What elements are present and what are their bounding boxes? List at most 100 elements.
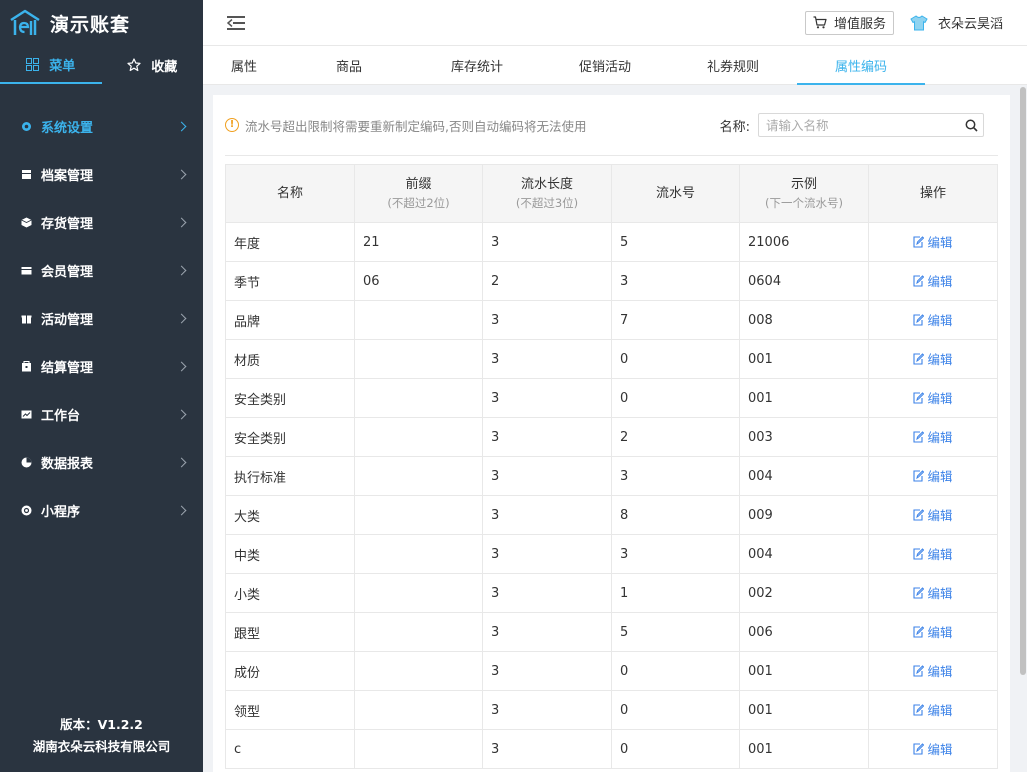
tab-coupon-rules[interactable]: 礼券规则 (669, 46, 797, 84)
edit-icon (913, 275, 925, 287)
column-header-actions: 操作 (868, 164, 998, 223)
sidebar-item-label: 数据报表 (41, 456, 94, 472)
tab-promotion[interactable]: 促销活动 (541, 46, 669, 84)
column-header-name: 名称 (225, 164, 355, 223)
cell-serial-length: 3 (482, 573, 612, 613)
tab-inventory-stats[interactable]: 库存统计 (413, 46, 541, 84)
sidebar-tab-menu[interactable]: 菜单 (0, 46, 102, 84)
sidebar-item-label: 活动管理 (41, 312, 94, 328)
miniapp-icon (20, 504, 32, 516)
inventory-icon (20, 216, 32, 228)
column-header-example: 示例 (下一个流水号) (739, 164, 869, 223)
cell-example: 009 (739, 495, 869, 535)
column-header-prefix: 前缀 (不超过2位) (354, 164, 483, 223)
sidebar-tab-favorites[interactable]: 收藏 (102, 46, 204, 84)
edit-button[interactable]: 编辑 (913, 739, 953, 758)
table-row: 年度 21 3 5 21006 编辑 (225, 222, 998, 262)
cell-serial-length: 3 (482, 339, 612, 379)
sidebar-item-reports[interactable]: 数据报表 (0, 438, 203, 486)
sidebar-item-label: 系统设置 (41, 120, 94, 136)
tab-attribute-coding[interactable]: 属性编码 (797, 46, 925, 85)
cell-serial-number: 0 (611, 378, 740, 418)
edit-label: 编辑 (927, 391, 953, 407)
sidebar-item-member[interactable]: 会员管理 (0, 246, 203, 294)
edit-button[interactable]: 编辑 (913, 349, 953, 368)
sidebar-item-system-settings[interactable]: 系统设置 (0, 102, 203, 150)
sidebar-item-label: 会员管理 (41, 264, 94, 280)
coding-table: 名称 前缀 (不超过2位) 流水长度 (不超过3位) 流水号 示例 (下一个流水号) … (225, 164, 998, 769)
cell-actions: 编辑 (868, 729, 998, 769)
edit-icon (913, 431, 925, 443)
cell-name: c (225, 729, 355, 769)
edit-icon (913, 626, 925, 638)
edit-label: 编辑 (927, 625, 953, 641)
tab-attribute[interactable]: 属性 (203, 46, 285, 84)
edit-button[interactable]: 编辑 (913, 427, 953, 446)
settlement-icon (20, 360, 32, 372)
sidebar-item-inventory[interactable]: 存货管理 (0, 198, 203, 246)
edit-button[interactable]: 编辑 (913, 661, 953, 680)
cell-prefix (354, 729, 483, 769)
edit-button[interactable]: 编辑 (913, 700, 953, 719)
collapse-menu-icon[interactable] (227, 15, 245, 30)
cell-prefix (354, 534, 483, 574)
table-row: c 3 0 001 编辑 (225, 729, 998, 769)
settings-icon (20, 120, 32, 132)
sidebar-item-settlement[interactable]: 结算管理 (0, 342, 203, 390)
scrollbar-thumb[interactable] (1020, 87, 1026, 675)
cell-prefix: 21 (354, 222, 483, 262)
edit-icon (913, 509, 925, 521)
column-header-serial-number: 流水号 (611, 164, 740, 223)
search-icon[interactable] (959, 119, 983, 132)
gift-icon (20, 312, 32, 324)
search-input[interactable] (759, 114, 959, 136)
cell-serial-number: 5 (611, 612, 740, 652)
value-added-services-button[interactable]: 增值服务 (804, 10, 894, 35)
edit-label: 编辑 (927, 547, 953, 563)
edit-button[interactable]: 编辑 (913, 232, 953, 251)
cell-actions: 编辑 (868, 378, 998, 418)
cell-prefix (354, 339, 483, 379)
table-row: 小类 3 1 002 编辑 (225, 573, 998, 613)
edit-icon (913, 704, 925, 716)
chevron-right-icon (176, 457, 187, 467)
edit-button[interactable]: 编辑 (913, 271, 953, 290)
edit-button[interactable]: 编辑 (913, 544, 953, 563)
cell-serial-length: 3 (482, 417, 612, 457)
edit-button[interactable]: 编辑 (913, 505, 953, 524)
logo-icon (8, 8, 42, 38)
edit-button[interactable]: 编辑 (913, 466, 953, 485)
sidebar-item-label: 小程序 (41, 504, 81, 520)
edit-icon (913, 665, 925, 677)
edit-button[interactable]: 编辑 (913, 388, 953, 407)
cell-actions: 编辑 (868, 222, 998, 262)
user-menu[interactable]: 衣朵云昊滔 (910, 13, 1003, 32)
sidebar-item-workbench[interactable]: 工作台 (0, 390, 203, 438)
grid-icon (26, 57, 40, 71)
cell-name: 大类 (225, 495, 355, 535)
cell-name: 小类 (225, 573, 355, 613)
table-row: 成份 3 0 001 编辑 (225, 651, 998, 691)
sidebar-tabs: 菜单 收藏 (0, 46, 203, 84)
edit-label: 编辑 (927, 703, 953, 719)
cell-serial-number: 7 (611, 300, 740, 340)
sidebar: 演示账套 菜单 收藏 系统设置 档案管理 存货管理 会员管理 活动管理 结算管理… (0, 0, 203, 772)
tab-goods[interactable]: 商品 (285, 46, 413, 84)
cell-serial-number: 3 (611, 261, 740, 301)
main-content: ! 流水号超出限制将需要重新制定编码,否则自动编码将无法使用 名称: 名称 前缀… (213, 95, 1010, 772)
cell-example: 001 (739, 651, 869, 691)
cell-serial-length: 2 (482, 261, 612, 301)
edit-icon (913, 470, 925, 482)
cell-serial-length: 3 (482, 495, 612, 535)
table-row: 领型 3 0 001 编辑 (225, 690, 998, 730)
edit-button[interactable]: 编辑 (913, 622, 953, 641)
edit-button[interactable]: 编辑 (913, 310, 953, 329)
cell-example: 003 (739, 417, 869, 457)
sidebar-item-miniapp[interactable]: 小程序 (0, 486, 203, 534)
edit-button[interactable]: 编辑 (913, 583, 953, 602)
cell-name: 材质 (225, 339, 355, 379)
sidebar-item-archive[interactable]: 档案管理 (0, 150, 203, 198)
member-card-icon (20, 264, 32, 276)
cell-prefix (354, 690, 483, 730)
sidebar-item-activity[interactable]: 活动管理 (0, 294, 203, 342)
